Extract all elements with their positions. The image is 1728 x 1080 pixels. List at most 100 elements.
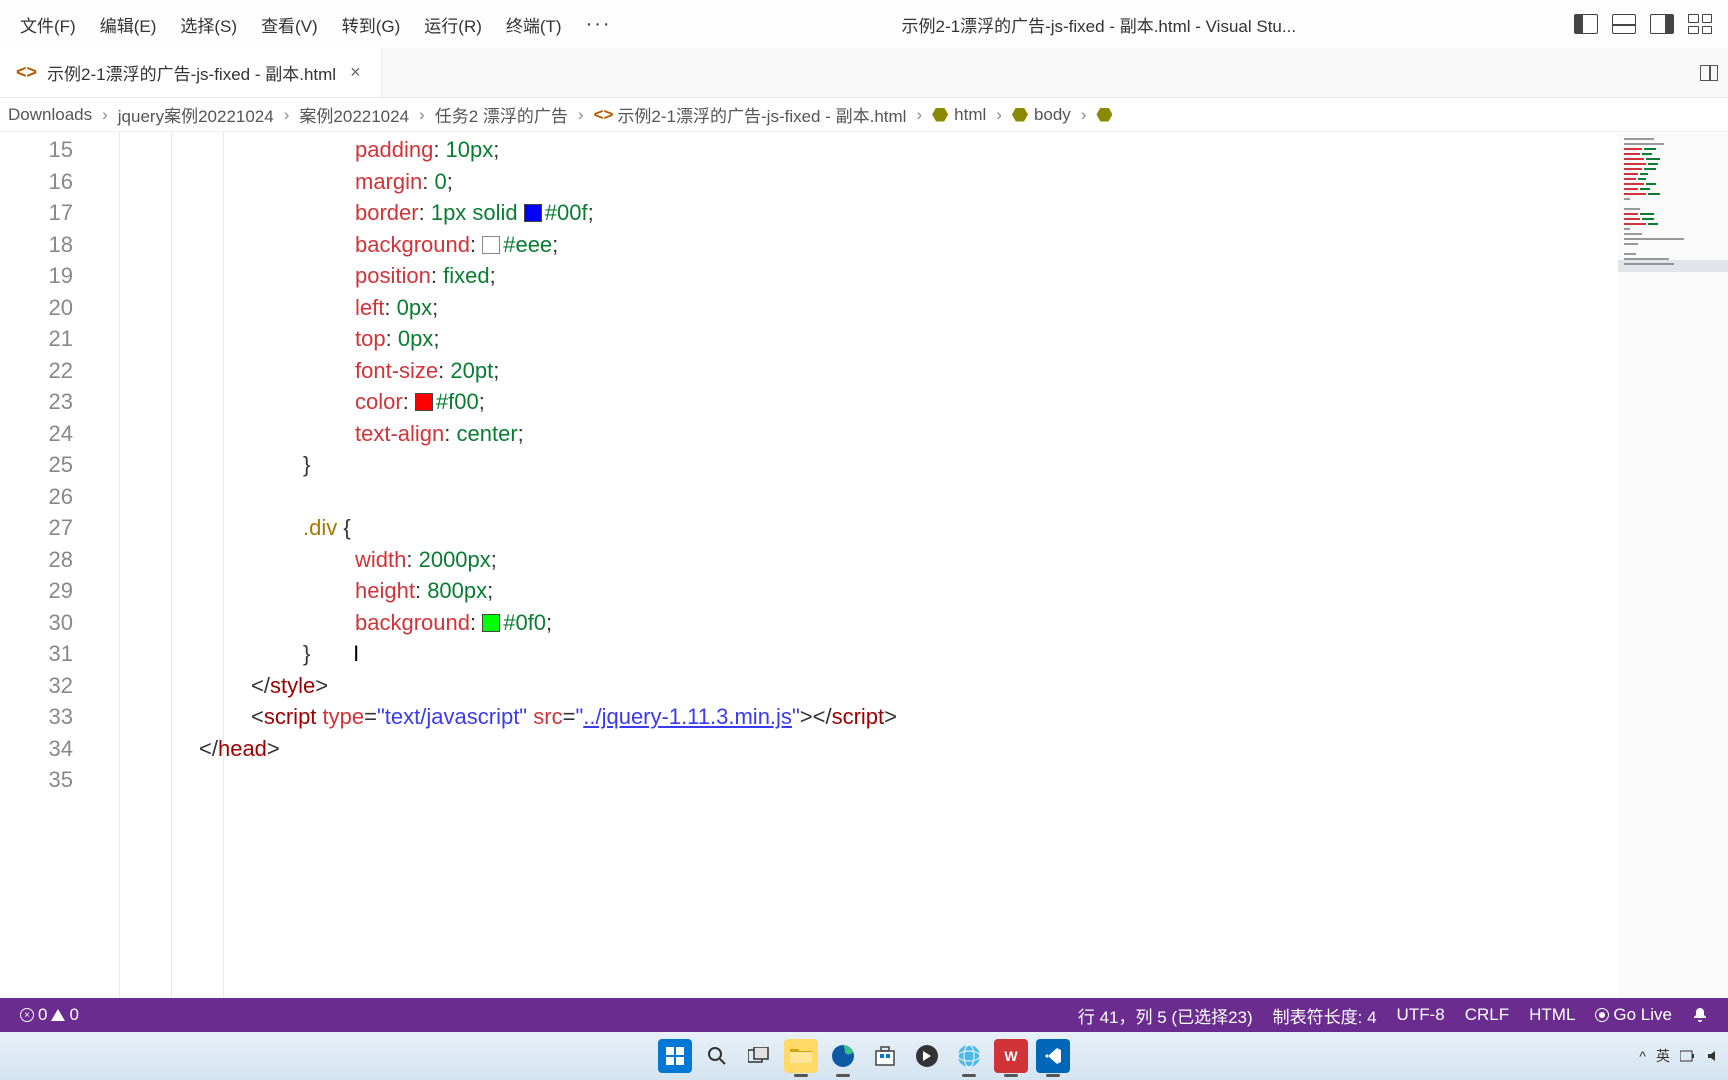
status-eol[interactable]: CRLF [1455, 1003, 1519, 1028]
split-editor-icon[interactable] [1690, 48, 1728, 97]
vscode-icon[interactable] [1036, 1039, 1070, 1073]
code-line[interactable]: border: 1px solid #00f; [95, 197, 1618, 229]
code-line[interactable]: left: 0px; [95, 292, 1618, 324]
toggle-secondary-sidebar-icon[interactable] [1650, 14, 1674, 34]
menu-file[interactable]: 文件(F) [8, 12, 88, 37]
line-number: 20 [0, 292, 73, 324]
system-tray[interactable]: ^ 英 [1639, 1046, 1720, 1066]
code-line[interactable]: } I [95, 638, 1618, 670]
color-swatch[interactable] [482, 236, 500, 254]
chevron-right-icon: › [278, 105, 296, 125]
code-line[interactable]: text-align: center; [95, 418, 1618, 450]
file-explorer-icon[interactable] [784, 1039, 818, 1073]
code-line[interactable]: .div { [95, 512, 1618, 544]
start-button[interactable] [658, 1039, 692, 1073]
code-line[interactable]: top: 0px; [95, 323, 1618, 355]
tab-filename: 示例2-1漂浮的广告-js-fixed - 副本.html [47, 60, 336, 85]
battery-icon[interactable] [1680, 1049, 1696, 1063]
menu-go[interactable]: 转到(G) [330, 12, 413, 37]
code-line[interactable]: font-size: 20pt; [95, 355, 1618, 387]
text-cursor: I [310, 641, 359, 666]
status-indentation[interactable]: 制表符长度: 4 [1263, 1003, 1387, 1028]
code-line[interactable]: background: #0f0; [95, 607, 1618, 639]
toggle-primary-sidebar-icon[interactable] [1574, 14, 1598, 34]
code-line[interactable]: margin: 0; [95, 166, 1618, 198]
line-number: 24 [0, 418, 73, 450]
code-line[interactable]: color: #f00; [95, 386, 1618, 418]
status-cursor-position[interactable]: 行 41，列 5 (已选择23) [1068, 1003, 1263, 1028]
search-icon[interactable] [700, 1039, 734, 1073]
task-view-icon[interactable] [742, 1039, 776, 1073]
status-language[interactable]: HTML [1519, 1003, 1585, 1028]
error-icon: × [20, 1008, 34, 1022]
color-swatch[interactable] [482, 614, 500, 632]
line-number: 18 [0, 229, 73, 261]
code-line[interactable]: </head> [95, 733, 1618, 765]
warning-icon [51, 1009, 65, 1021]
windows-taskbar: W ^ 英 [0, 1032, 1728, 1080]
breadcrumb-file[interactable]: 示例2-1漂浮的广告-js-fixed - 副本.html [617, 102, 906, 127]
tab-close-icon[interactable]: × [346, 62, 365, 83]
microsoft-store-icon[interactable] [868, 1039, 902, 1073]
chevron-right-icon: › [572, 105, 590, 125]
code-line[interactable]: width: 2000px; [95, 544, 1618, 576]
chevron-right-icon: › [910, 105, 928, 125]
status-problems[interactable]: × 0 0 [10, 1005, 89, 1025]
code-line[interactable]: } [95, 449, 1618, 481]
breadcrumb-item[interactable]: jquery案例20221024 [118, 102, 274, 127]
color-swatch[interactable] [415, 393, 433, 411]
code-content[interactable]: padding: 10px;margin: 0;border: 1px soli… [95, 132, 1618, 998]
code-line[interactable]: </style> [95, 670, 1618, 702]
status-go-live[interactable]: Go Live [1585, 1003, 1682, 1028]
code-line[interactable]: position: fixed; [95, 260, 1618, 292]
line-number: 29 [0, 575, 73, 607]
status-notifications-icon[interactable] [1682, 1003, 1718, 1028]
line-number: 22 [0, 355, 73, 387]
breadcrumb: Downloads › jquery案例20221024 › 案例2022102… [0, 98, 1728, 132]
chevron-right-icon: › [990, 105, 1008, 125]
tray-ime[interactable]: 英 [1656, 1046, 1670, 1066]
breadcrumb-struct[interactable]: html [954, 105, 986, 125]
breadcrumb-struct[interactable]: body [1034, 105, 1071, 125]
volume-icon[interactable] [1706, 1049, 1720, 1063]
line-number: 28 [0, 544, 73, 576]
customize-layout-icon[interactable] [1688, 14, 1712, 34]
edge-browser-icon[interactable] [826, 1039, 860, 1073]
breadcrumb-item[interactable]: Downloads [8, 105, 92, 125]
code-line[interactable] [95, 481, 1618, 513]
color-swatch[interactable] [524, 204, 542, 222]
warning-count: 0 [69, 1005, 78, 1025]
line-number: 19 [0, 260, 73, 292]
breadcrumb-item[interactable]: 任务2 漂浮的广告 [435, 102, 568, 127]
menu-run[interactable]: 运行(R) [412, 12, 494, 37]
menu-edit[interactable]: 编辑(E) [88, 12, 169, 37]
tray-chevron-icon[interactable]: ^ [1639, 1048, 1646, 1064]
window-title: 示例2-1漂浮的广告-js-fixed - 副本.html - Visual S… [624, 12, 1574, 37]
tab-active[interactable]: <> 示例2-1漂浮的广告-js-fixed - 副本.html × [0, 48, 382, 97]
wps-icon[interactable]: W [994, 1039, 1028, 1073]
breadcrumb-item[interactable]: 案例20221024 [299, 102, 409, 127]
status-encoding[interactable]: UTF-8 [1387, 1003, 1455, 1028]
menu-overflow[interactable]: ··· [574, 13, 624, 36]
code-line[interactable]: height: 800px; [95, 575, 1618, 607]
code-line[interactable]: background: #eee; [95, 229, 1618, 261]
code-line[interactable] [95, 764, 1618, 796]
toggle-panel-icon[interactable] [1612, 14, 1636, 34]
browser-icon[interactable] [952, 1039, 986, 1073]
menu-terminal[interactable]: 终端(T) [494, 12, 574, 37]
layout-controls [1574, 14, 1720, 34]
broadcast-icon [1595, 1008, 1609, 1022]
status-bar: × 0 0 行 41，列 5 (已选择23) 制表符长度: 4 UTF-8 CR… [0, 998, 1728, 1032]
menu-selection[interactable]: 选择(S) [168, 12, 249, 37]
line-number: 32 [0, 670, 73, 702]
struct-icon [1012, 108, 1028, 122]
code-line[interactable]: <script type="text/javascript" src="../j… [95, 701, 1618, 733]
menu-view[interactable]: 查看(V) [249, 12, 330, 37]
editor[interactable]: 1516171819202122232425262728293031323334… [0, 132, 1728, 998]
error-count: 0 [38, 1005, 47, 1025]
app-icon[interactable] [910, 1039, 944, 1073]
code-line[interactable]: padding: 10px; [95, 134, 1618, 166]
minimap[interactable] [1618, 132, 1728, 998]
line-number: 34 [0, 733, 73, 765]
struct-icon [932, 108, 948, 122]
